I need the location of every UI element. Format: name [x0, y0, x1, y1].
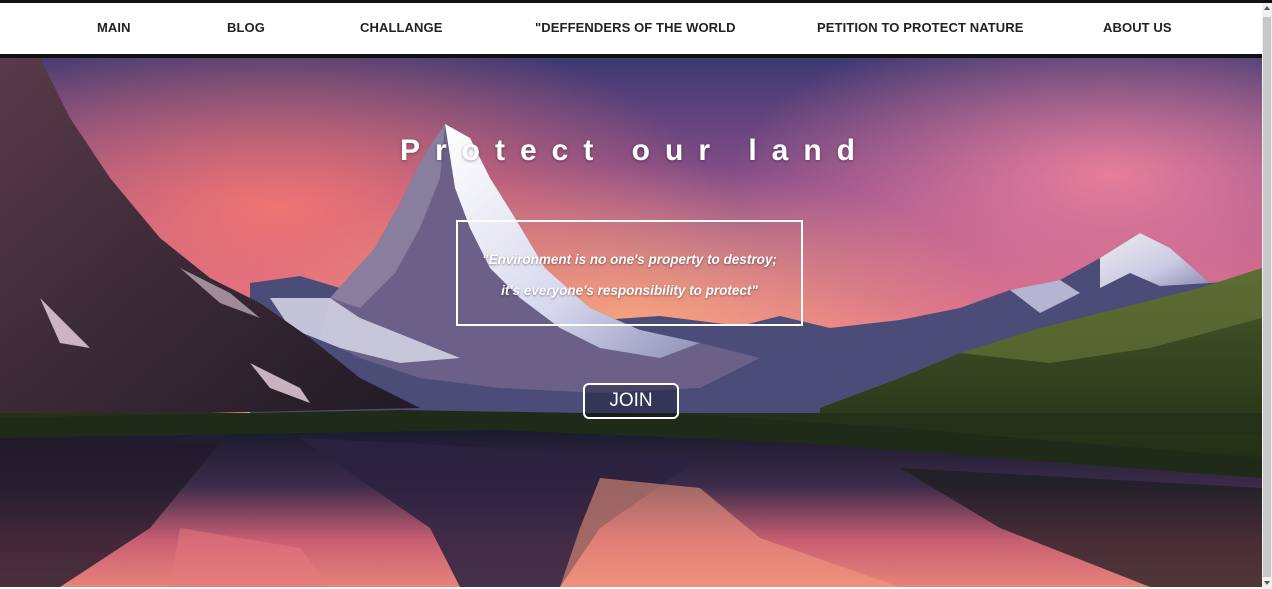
join-button[interactable]: JOIN	[583, 383, 679, 419]
nav-item-deffenders-of-the-world[interactable]: "DEFFENDERS OF THE WORLD	[535, 20, 736, 35]
scroll-down-arrow-icon[interactable]	[1264, 581, 1270, 585]
top-navigation: MAIN BLOG CHALLANGE "DEFFENDERS OF THE W…	[0, 3, 1262, 58]
hero-title: Protect our land	[399, 134, 871, 167]
quote-line-1: "Environment is no one's property to des…	[482, 252, 777, 267]
nav-item-about-us[interactable]: ABOUT US	[1103, 20, 1172, 35]
nav-item-main[interactable]: MAIN	[97, 20, 131, 35]
page-scrollbar[interactable]	[1262, 3, 1272, 589]
quote-box: "Environment is no one's property to des…	[456, 220, 803, 326]
hero-section: Protect our land "Environment is no one'…	[0, 58, 1262, 587]
nav-item-petition[interactable]: PETITION TO PROTECT NATURE	[817, 20, 1024, 35]
nav-item-challange[interactable]: CHALLANGE	[360, 20, 443, 35]
nav-item-blog[interactable]: BLOG	[227, 20, 265, 35]
scrollbar-thumb[interactable]	[1263, 17, 1271, 577]
scroll-up-arrow-icon[interactable]	[1264, 6, 1270, 10]
quote-line-2: it's everyone's responsibility to protec…	[501, 283, 758, 298]
